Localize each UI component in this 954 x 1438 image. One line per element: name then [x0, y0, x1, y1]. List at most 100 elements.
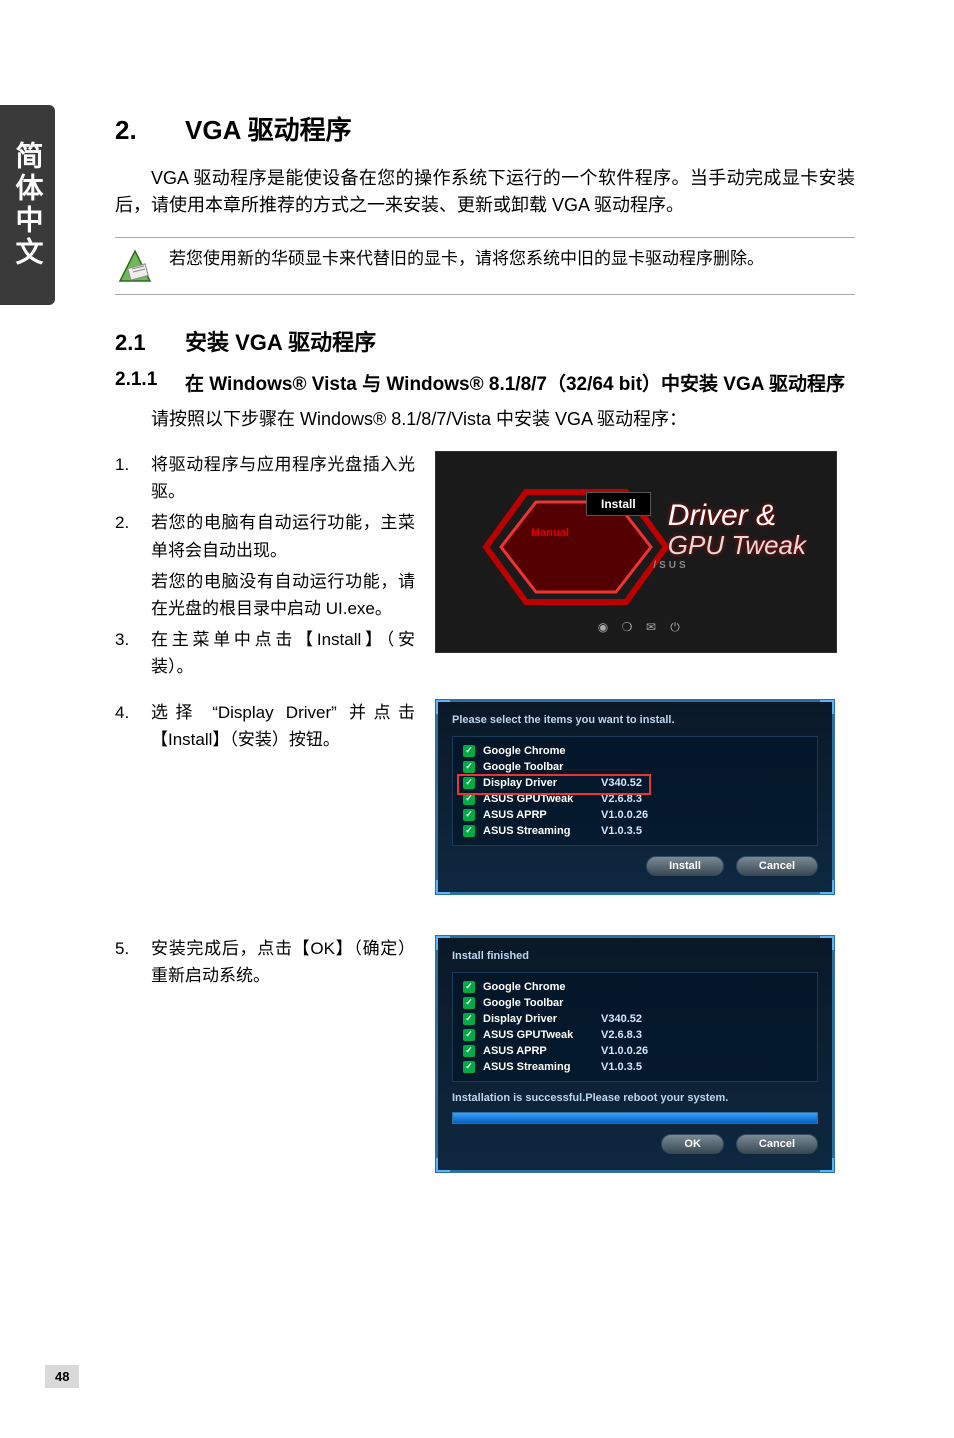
item-name: ASUS Streaming	[483, 825, 593, 837]
note-text: 若您使用新的华硕显卡来代替旧的显卡，请将您系统中旧的显卡驱动程序删除。	[169, 246, 855, 272]
list-item[interactable]: ✓ ASUS Streaming V1.0.3.5	[463, 823, 807, 839]
step-item: 3. 在主菜单中点击【Install】（安装）。	[115, 626, 415, 680]
checkbox-icon[interactable]: ✓	[463, 981, 475, 993]
step-item: 2. 若您的电脑有自动运行功能，主菜单将会自动出现。 若您的电脑没有自动运行功能…	[115, 509, 415, 622]
section-number: 2.	[115, 115, 185, 146]
screenshot-install-finished: Install finished ✓ Google Chrome ✓ Google T…	[435, 935, 835, 1173]
item-name: ASUS GPUTweak	[483, 1029, 593, 1041]
cancel-button[interactable]: Cancel	[736, 856, 818, 876]
section-heading: 2.VGA 驱动程序	[115, 110, 855, 147]
step-text: 若您的电脑有自动运行功能，主菜单将会自动出现。 若您的电脑没有自动运行功能，请在…	[151, 509, 415, 622]
list-item[interactable]: ✓ Google Toolbar	[463, 759, 807, 775]
checkbox-icon[interactable]: ✓	[463, 761, 475, 773]
corner-decoration	[436, 880, 450, 894]
globe-icon[interactable]: ❍	[620, 620, 634, 634]
step-number: 4.	[115, 699, 151, 753]
mail-icon[interactable]: ✉	[644, 620, 658, 634]
step-item: 1. 将驱动程序与应用程序光盘插入光驱。	[115, 451, 415, 505]
step-4-block: 4. 选择 “Display Driver” 并点击【Install】（安装）按…	[115, 699, 855, 895]
list-item[interactable]: ✓ Google Chrome	[463, 743, 807, 759]
intro-paragraph: VGA 驱动程序是能使设备在您的操作系统下运行的一个软件程序。当手动完成显卡安装…	[115, 165, 855, 219]
checkbox-icon[interactable]: ✓	[463, 1013, 475, 1025]
button-row: OK Cancel	[452, 1134, 818, 1154]
asus-brand-text: /SUS	[606, 560, 736, 576]
subsection-title: 安装 VGA 驱动程序	[185, 330, 376, 355]
step-item: 4. 选择 “Display Driver” 并点击【Install】（安装）按…	[115, 699, 415, 753]
corner-decoration	[436, 1158, 450, 1172]
item-name: Display Driver	[483, 777, 593, 789]
install-item-list: ✓ Google Chrome ✓ Google Toolbar ✓ Display Dr…	[452, 736, 818, 846]
item-version: V1.0.0.26	[601, 1045, 648, 1057]
item-name: ASUS APRP	[483, 809, 593, 821]
corner-decoration	[820, 700, 834, 714]
disc-icon[interactable]: ◉	[596, 620, 610, 634]
note-icon	[115, 246, 155, 286]
step-5-block: 5. 安装完成后，点击【OK】（确定）重新启动系统。 Install finis…	[115, 935, 855, 1173]
product-logo-text: Driver & GPU Tweak	[668, 502, 806, 559]
ok-button[interactable]: OK	[661, 1134, 724, 1154]
subsubsection-number: 2.1.1	[115, 369, 185, 396]
checkbox-icon[interactable]: ✓	[463, 745, 475, 757]
power-icon[interactable]: ⏻	[668, 620, 682, 634]
list-item[interactable]: ✓ Display Driver V340.52	[463, 775, 807, 791]
language-side-tab: 简体中文	[0, 105, 55, 305]
progress-fill	[453, 1113, 817, 1123]
subsubsection-title: 在 Windows® Vista 与 Windows® 8.1/8/7（32/6…	[185, 369, 855, 396]
install-tab[interactable]: Install	[586, 492, 651, 516]
bottom-icon-row: ◉ ❍ ✉ ⏻	[596, 620, 682, 634]
corner-decoration	[820, 880, 834, 894]
checkbox-icon[interactable]: ✓	[463, 825, 475, 837]
list-item[interactable]: ✓ Display Driver V340.52	[463, 1011, 807, 1027]
step-subtext: 若您的电脑没有自动运行功能，请在光盘的根目录中启动 UI.exe。	[151, 568, 415, 622]
item-version: V340.52	[601, 777, 642, 789]
list-item[interactable]: ✓ Google Toolbar	[463, 995, 807, 1011]
checkbox-icon[interactable]: ✓	[463, 1061, 475, 1073]
item-name: ASUS APRP	[483, 1045, 593, 1057]
checkbox-icon[interactable]: ✓	[463, 809, 475, 821]
item-version: V340.52	[601, 1013, 642, 1025]
item-version: V1.0.0.26	[601, 809, 648, 821]
item-name: Google Chrome	[483, 981, 593, 993]
item-name: Google Chrome	[483, 745, 593, 757]
logo-line-1: Driver &	[668, 499, 776, 532]
item-version: V1.0.3.5	[601, 825, 642, 837]
list-item[interactable]: ✓ ASUS Streaming V1.0.3.5	[463, 1059, 807, 1075]
page-number: 48	[45, 1365, 79, 1388]
list-item[interactable]: ✓ASUS GPUTweakV2.6.8.3	[463, 791, 807, 807]
item-name: Google Toolbar	[483, 997, 593, 1009]
step-text: 选择 “Display Driver” 并点击【Install】（安装）按钮。	[151, 699, 415, 753]
corner-decoration	[436, 700, 450, 714]
checkbox-icon[interactable]: ✓	[463, 793, 475, 805]
success-message: Installation is successful.Please reboot…	[452, 1092, 818, 1104]
screenshot-main-menu: Install Manual Driver & GPU Tweak /SUS ◉…	[435, 451, 837, 653]
page-content: 2.VGA 驱动程序 VGA 驱动程序是能使设备在您的操作系统下运行的一个软件程…	[115, 110, 855, 1173]
item-version: V1.0.3.5	[601, 1061, 642, 1073]
checkbox-icon[interactable]: ✓	[463, 1029, 475, 1041]
step-item: 5. 安装完成后，点击【OK】（确定）重新启动系统。	[115, 935, 415, 989]
step-number: 3.	[115, 626, 151, 680]
checkbox-icon[interactable]: ✓	[463, 1045, 475, 1057]
subsection-number: 2.1	[115, 330, 185, 356]
step-text: 将驱动程序与应用程序光盘插入光驱。	[151, 451, 415, 505]
section-title: VGA 驱动程序	[185, 115, 352, 145]
corner-decoration	[820, 936, 834, 950]
item-name: ASUS Streaming	[483, 1061, 593, 1073]
manual-tab[interactable]: Manual	[531, 527, 569, 539]
item-version: V2.6.8.3	[601, 793, 642, 805]
list-item[interactable]: ✓ ASUS APRP V1.0.0.26	[463, 807, 807, 823]
corner-decoration	[436, 936, 450, 950]
checkbox-icon[interactable]: ✓	[463, 997, 475, 1009]
steps-intro: 请按照以下步骤在 Windows® 8.1/8/7/Vista 中安装 VGA …	[115, 406, 855, 433]
checkbox-icon[interactable]: ✓	[463, 777, 475, 789]
dialog-title: Install finished	[452, 950, 818, 962]
list-item[interactable]: ✓ Google Chrome	[463, 979, 807, 995]
item-name: Google Toolbar	[483, 761, 593, 773]
item-name: Display Driver	[483, 1013, 593, 1025]
screenshot-select-items: Please select the items you want to inst…	[435, 699, 835, 895]
cancel-button[interactable]: Cancel	[736, 1134, 818, 1154]
list-item[interactable]: ✓ASUS GPUTweakV2.6.8.3	[463, 1027, 807, 1043]
install-button[interactable]: Install	[646, 856, 724, 876]
list-item[interactable]: ✓ ASUS APRP V1.0.0.26	[463, 1043, 807, 1059]
button-row: Install Cancel	[452, 856, 818, 876]
install-item-list: ✓ Google Chrome ✓ Google Toolbar ✓ Display Dr…	[452, 972, 818, 1082]
